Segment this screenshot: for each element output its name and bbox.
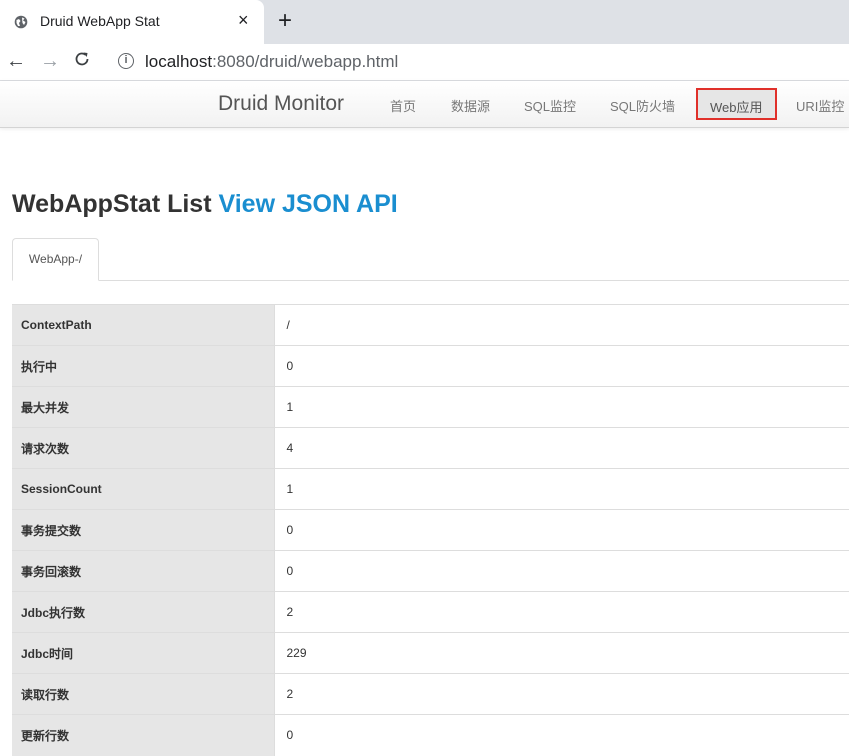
browser-tabstrip: Druid WebApp Stat × + xyxy=(0,0,849,44)
stat-value: 1 xyxy=(274,468,849,510)
stat-value: 0 xyxy=(274,509,849,551)
brand-title[interactable]: Druid Monitor xyxy=(218,92,344,116)
table-row: 读取行数 2 xyxy=(12,673,849,715)
site-info-icon[interactable]: i xyxy=(118,53,134,69)
stat-value: 229 xyxy=(274,632,849,674)
stat-key: ContextPath xyxy=(12,304,275,346)
stat-key: 事务提交数 xyxy=(12,509,275,551)
stat-value: 0 xyxy=(274,714,849,756)
stat-key: SessionCount xyxy=(12,468,275,510)
reload-icon[interactable] xyxy=(73,50,91,68)
table-row: SessionCount 1 xyxy=(12,468,849,510)
page-title: WebAppStat List View JSON API xyxy=(12,190,398,219)
tab-title: Druid WebApp Stat xyxy=(40,13,160,29)
back-arrow-icon[interactable]: ← xyxy=(6,48,26,74)
tab-webapp[interactable]: WebApp-/ xyxy=(12,238,99,281)
table-row: ContextPath / xyxy=(12,304,849,346)
stat-key: 最大并发 xyxy=(12,386,275,428)
table-row: 请求次数 4 xyxy=(12,427,849,469)
page-title-text: WebAppStat List xyxy=(12,190,212,218)
nav-item-datasource[interactable]: 数据源 xyxy=(451,96,490,115)
nav-item-web-app[interactable]: Web应用 xyxy=(696,88,777,120)
close-tab-icon[interactable]: × xyxy=(238,10,249,30)
stat-key: 读取行数 xyxy=(12,673,275,715)
stat-value: 0 xyxy=(274,345,849,387)
browser-tab[interactable]: Druid WebApp Stat × xyxy=(0,0,264,44)
stat-key: 事务回滚数 xyxy=(12,550,275,592)
stat-value: / xyxy=(274,304,849,346)
table-row: 事务回滚数 0 xyxy=(12,550,849,592)
view-json-api-link[interactable]: View JSON API xyxy=(219,190,398,218)
url-host: localhost xyxy=(145,52,213,71)
stat-key: Jdbc执行数 xyxy=(12,591,275,633)
new-tab-icon[interactable]: + xyxy=(278,6,292,36)
stat-value: 2 xyxy=(274,591,849,633)
table-row: 事务提交数 0 xyxy=(12,509,849,551)
stat-key: Jdbc时间 xyxy=(12,632,275,674)
stat-key: 执行中 xyxy=(12,345,275,387)
stat-key: 请求次数 xyxy=(12,427,275,469)
webapp-stat-table: ContextPath / 执行中 0 最大并发 1 请求次数 4 SessionCou… xyxy=(12,304,849,756)
url-path: :8080/druid/webapp.html xyxy=(212,52,399,71)
browser-toolbar: ← → i localhost:8080/druid/webapp.html xyxy=(0,44,849,81)
stat-value: 2 xyxy=(274,673,849,715)
tabs-divider xyxy=(12,280,849,281)
stat-value: 4 xyxy=(274,427,849,469)
table-row: 执行中 0 xyxy=(12,345,849,387)
globe-icon xyxy=(14,15,28,29)
address-bar[interactable]: localhost:8080/druid/webapp.html xyxy=(145,52,398,72)
table-row: Jdbc时间 229 xyxy=(12,632,849,674)
nav-item-home[interactable]: 首页 xyxy=(390,96,416,115)
table-row: 最大并发 1 xyxy=(12,386,849,428)
stat-key: 更新行数 xyxy=(12,714,275,756)
nav-item-uri-monitor[interactable]: URI监控 xyxy=(796,96,844,115)
nav-item-sql-firewall[interactable]: SQL防火墙 xyxy=(610,96,675,115)
table-row: Jdbc执行数 2 xyxy=(12,591,849,633)
nav-item-sql-monitor[interactable]: SQL监控 xyxy=(524,96,576,115)
druid-navbar: Druid Monitor 首页 数据源 SQL监控 SQL防火墙 Web应用 … xyxy=(0,81,849,128)
table-row: 更新行数 0 xyxy=(12,714,849,756)
forward-arrow-icon[interactable]: → xyxy=(40,48,60,74)
stat-value: 1 xyxy=(274,386,849,428)
stat-value: 0 xyxy=(274,550,849,592)
